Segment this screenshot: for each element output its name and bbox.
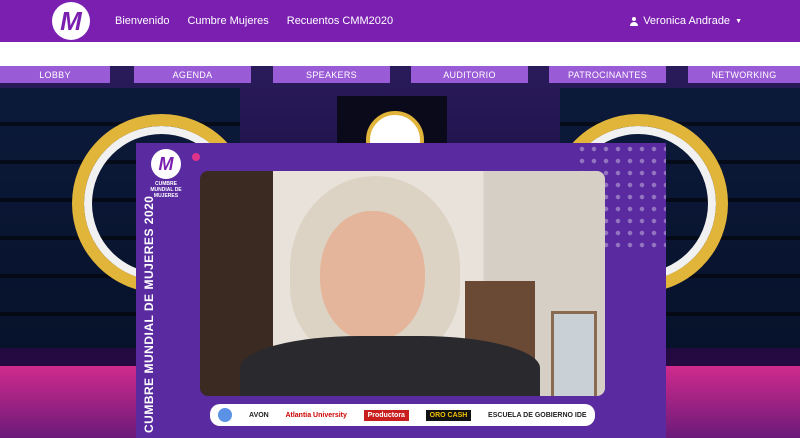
vertical-title: CUMBRE MUNDIAL DE MUJERES 2020 bbox=[142, 195, 156, 434]
tab-networking[interactable]: NETWORKING bbox=[688, 66, 800, 83]
speaker-video[interactable] bbox=[200, 171, 605, 396]
tab-auditorio[interactable]: AUDITORIO bbox=[411, 66, 528, 83]
site-logo[interactable]: M bbox=[52, 2, 90, 40]
sponsor-productora: Productora bbox=[363, 409, 409, 421]
un-logo bbox=[218, 408, 233, 422]
sponsor-atlantia: Atlantia University bbox=[285, 411, 347, 419]
nav-bienvenido[interactable]: Bienvenido bbox=[115, 15, 169, 27]
section-tabs: LOBBY AGENDA SPEAKERS AUDITORIO PATROCIN… bbox=[0, 66, 800, 83]
sponsor-orocash: ORO CASH bbox=[425, 409, 472, 421]
main-nav: Bienvenido Cumbre Mujeres Recuentos CMM2… bbox=[115, 0, 393, 42]
header-spacer bbox=[0, 42, 800, 66]
sponsor-avon: AVON bbox=[249, 411, 269, 419]
sponsor-ide: ESCUELA DE GOBIERNO IDE bbox=[488, 411, 587, 419]
user-name: Veronica Andrade bbox=[643, 15, 731, 27]
tab-lobby[interactable]: LOBBY bbox=[0, 66, 110, 83]
tab-agenda[interactable]: AGENDA bbox=[134, 66, 251, 83]
caret-down-icon: ▼ bbox=[735, 17, 742, 25]
user-menu[interactable]: Veronica Andrade ▼ bbox=[630, 0, 742, 42]
top-navbar: M Bienvenido Cumbre Mujeres Recuentos CM… bbox=[0, 0, 800, 42]
nav-cumbre-mujeres[interactable]: Cumbre Mujeres bbox=[187, 15, 268, 27]
tab-speakers[interactable]: SPEAKERS bbox=[273, 66, 390, 83]
pink-dot bbox=[192, 153, 200, 161]
frame-logo: M CUMBRE MUNDIAL DE MUJERES bbox=[144, 149, 188, 199]
tab-patrocinantes[interactable]: PATROCINANTES bbox=[549, 66, 666, 83]
sponsor-bar: AVON Atlantia University Productora ORO … bbox=[210, 404, 595, 426]
nav-recuentos[interactable]: Recuentos CMM2020 bbox=[287, 15, 393, 27]
user-icon bbox=[630, 16, 639, 26]
